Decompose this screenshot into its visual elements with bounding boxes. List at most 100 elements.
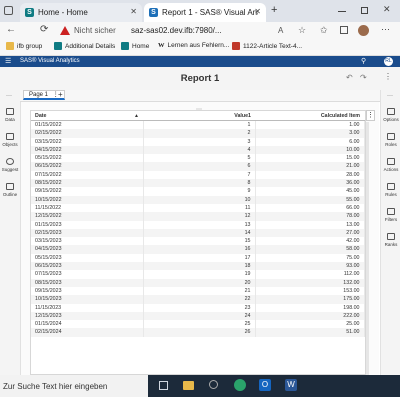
cell-date: 07/15/2022: [31, 170, 144, 180]
bookmark-lernen[interactable]: W Lernen aus Fehlern...: [158, 42, 229, 49]
table-row[interactable]: 11/15/2023 23 198.00: [31, 303, 365, 312]
bookmark-additional-details[interactable]: Additional Details: [54, 42, 115, 50]
more-options-icon[interactable]: ⋮: [384, 72, 392, 81]
actions-pane-button[interactable]: Actions: [381, 158, 400, 172]
user-avatar[interactable]: RL: [384, 57, 393, 66]
roles-pane-button[interactable]: Roles: [381, 133, 400, 147]
search-icon[interactable]: [209, 380, 218, 389]
read-aloud-icon[interactable]: A: [278, 26, 283, 35]
add-page-button[interactable]: +: [58, 90, 63, 99]
filters-pane-button[interactable]: Filters: [381, 208, 400, 222]
table-row[interactable]: 10/15/2022 10 55.00: [31, 195, 365, 204]
security-status[interactable]: Nicht sicher: [74, 26, 116, 35]
table-row[interactable]: 04/15/2023 16 58.00: [31, 245, 365, 254]
collapse-right-icon[interactable]: ···: [387, 93, 393, 99]
table-row[interactable]: 09/15/2022 9 45.00: [31, 187, 365, 196]
tab-report[interactable]: S Report 1 - SAS® Visual Analytics ✕: [144, 3, 266, 22]
cell-calculated-item: 132.00: [255, 278, 365, 287]
table-row[interactable]: 07/15/2023 19 112.00: [31, 270, 365, 279]
table-scrollbar[interactable]: [366, 122, 369, 375]
table-row[interactable]: 01/15/2022 1 1.00: [31, 120, 365, 130]
table-row[interactable]: 07/15/2022 7 28.00: [31, 170, 365, 180]
sort-ascending-icon[interactable]: ▲: [134, 113, 139, 119]
word-icon[interactable]: W: [285, 379, 297, 391]
rail-label: Suggest: [1, 167, 19, 172]
ranks-pane-button[interactable]: Ranks: [381, 233, 400, 247]
objects-pane-button[interactable]: Objects: [0, 133, 20, 147]
bookmark-home[interactable]: Home: [121, 42, 149, 50]
table-body: 01/15/2022 1 1.00 02/15/2022 2 3.00 03/15/2022…: [31, 120, 365, 337]
cell-date: 03/15/2022: [31, 137, 144, 146]
table-row[interactable]: 01/15/2023 13 13.00: [31, 220, 365, 229]
list-table[interactable]: Date ▲ Value1 Calculated Item 01/15/2022 1…: [30, 110, 366, 375]
table-row[interactable]: 05/15/2022 5 15.00: [31, 154, 365, 163]
suggest-pane-button[interactable]: Suggest: [0, 158, 20, 172]
favorites-icon[interactable]: ✩: [320, 25, 328, 36]
refresh-icon[interactable]: ⟳: [40, 24, 48, 35]
close-icon[interactable]: ✕: [130, 7, 137, 16]
table-row[interactable]: 03/15/2023 15 42.00: [31, 237, 365, 246]
collections-icon[interactable]: [340, 26, 348, 34]
cell-date: 02/15/2022: [31, 129, 144, 138]
outlook-icon[interactable]: O: [259, 379, 271, 391]
rail-label: Filters: [384, 217, 398, 222]
warning-icon[interactable]: [60, 26, 70, 35]
table-row[interactable]: 10/15/2023 22 175.00: [31, 295, 365, 304]
data-pane-button[interactable]: Data: [0, 108, 20, 122]
outline-pane-button[interactable]: Outline: [0, 183, 20, 197]
cell-calculated-item: 58.00: [255, 245, 365, 254]
bookmark-label: ifb group: [17, 42, 43, 50]
table-row[interactable]: 09/15/2023 21 153.00: [31, 286, 365, 296]
rail-label: Actions: [383, 167, 399, 172]
table-row[interactable]: 03/15/2022 3 6.00: [31, 137, 365, 146]
close-icon[interactable]: ✕: [254, 7, 261, 16]
taskbar-search-box[interactable]: Zur Suche Text hier eingeben: [0, 375, 148, 397]
table-row[interactable]: 01/15/2024 25 25.00: [31, 320, 365, 329]
redo-icon[interactable]: ↷: [360, 73, 367, 82]
table-row[interactable]: 02/15/2023 14 27.00: [31, 228, 365, 238]
table-row[interactable]: 05/15/2023 17 75.00: [31, 253, 365, 263]
file-explorer-icon[interactable]: [183, 381, 194, 390]
bookmark-article[interactable]: 1122-Article Text-4...: [232, 42, 302, 50]
table-row[interactable]: 04/15/2022 4 10.00: [31, 145, 365, 155]
back-icon[interactable]: ←: [6, 24, 16, 35]
edge-icon[interactable]: [234, 379, 246, 391]
search-icon[interactable]: ⚲: [361, 57, 366, 65]
bookmark-ifb-group[interactable]: ifb group: [6, 42, 42, 50]
cell-calculated-item: 55.00: [255, 195, 365, 204]
favorite-icon[interactable]: ☆: [298, 25, 306, 36]
undo-icon[interactable]: ↶: [346, 73, 353, 82]
cell-value1: 24: [143, 311, 256, 321]
cell-date: 06/15/2023: [31, 262, 144, 271]
table-row[interactable]: 11/15/2022 11 66.00: [31, 203, 365, 213]
menu-icon[interactable]: ☰: [5, 57, 11, 65]
column-header-calculated-item[interactable]: Calculated Item: [255, 111, 364, 121]
more-menu-icon[interactable]: ⋯: [381, 24, 390, 35]
object-menu-icon[interactable]: ⋮: [366, 110, 375, 121]
task-view-icon[interactable]: [159, 381, 168, 390]
table-row[interactable]: 06/15/2023 18 93.00: [31, 262, 365, 271]
column-header-date[interactable]: Date ▲: [31, 111, 143, 121]
table-row[interactable]: 02/15/2024 26 51.00: [31, 328, 365, 337]
table-row[interactable]: 08/15/2022 8 36.00: [31, 179, 365, 188]
collapse-left-icon[interactable]: ···: [6, 93, 12, 99]
cell-value1: 9: [143, 187, 256, 196]
rules-pane-button[interactable]: Rules: [381, 183, 400, 197]
window-menu-icon[interactable]: [4, 6, 13, 15]
close-window-icon[interactable]: ✕: [383, 4, 391, 15]
table-row[interactable]: 08/15/2023 20 132.00: [31, 278, 365, 287]
url-field[interactable]: saz-sas02.dev.ifb:7980/...: [131, 26, 222, 35]
table-row[interactable]: 06/15/2022 6 21.00: [31, 162, 365, 171]
table-row[interactable]: 12/15/2023 24 222.00: [31, 311, 365, 321]
new-tab-button[interactable]: +: [271, 4, 277, 16]
table-row[interactable]: 12/15/2022 12 78.00: [31, 212, 365, 221]
table-row[interactable]: 02/15/2022 2 3.00: [31, 129, 365, 138]
cell-date: 01/15/2024: [31, 320, 144, 329]
column-header-value1[interactable]: Value1: [143, 111, 255, 121]
minimize-icon[interactable]: [338, 11, 346, 12]
maximize-icon[interactable]: [361, 7, 368, 14]
avatar[interactable]: [358, 25, 369, 36]
options-pane-button[interactable]: Options: [381, 108, 400, 122]
tab-home[interactable]: S Home - Home ✕: [20, 3, 142, 22]
browser-tab-strip: S Home - Home ✕ S Report 1 - SAS® Visual…: [0, 0, 400, 22]
